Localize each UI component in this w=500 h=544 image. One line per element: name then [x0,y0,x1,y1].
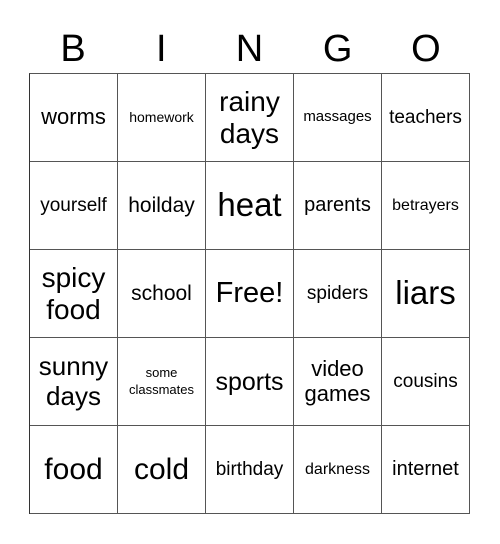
header-letter-n: N [235,28,264,70]
cell-label: sunny days [38,351,109,411]
bingo-cell-r5-c5[interactable]: internet [382,426,470,514]
free-space-label: Free! [215,277,284,310]
free-space-cell[interactable]: Free! [206,250,294,338]
bingo-cell-r4-c1[interactable]: sunny days [30,338,118,426]
bingo-cell-r2-c5[interactable]: betrayers [382,162,470,250]
cell-label: internet [392,458,459,481]
cell-label: spicy food [41,262,106,325]
header-letter-o: O [411,28,441,70]
bingo-header: B I N G O [29,24,470,74]
header-letter-i: I [156,28,167,70]
cell-label: school [131,281,192,305]
cell-label: some classmates [128,365,195,397]
bingo-cell-r1-c1[interactable]: worms [30,74,118,162]
cell-label: cold [133,452,190,486]
cell-label: hoilday [128,193,195,217]
cell-label: heat [217,186,282,224]
bingo-cell-r5-c3[interactable]: birthday [206,426,294,514]
cell-label: parents [304,194,371,217]
cell-label: darkness [305,460,370,478]
bingo-cell-r2-c2[interactable]: hoilday [118,162,206,250]
bingo-card-grid: worms homework rainy days massages teache… [29,73,470,514]
bingo-cell-r3-c4[interactable]: spiders [294,250,382,338]
bingo-cell-r5-c1[interactable]: food [30,426,118,514]
cell-label: spiders [306,282,369,304]
bingo-cell-r3-c2[interactable]: school [118,250,206,338]
header-letter-b: B [60,28,86,70]
cell-label: liars [395,274,456,312]
cell-label: worms [41,104,106,130]
bingo-cell-r4-c4[interactable]: video games [294,338,382,426]
cell-label: teachers [389,106,462,128]
cell-label: homework [129,108,194,125]
cell-label: sports [215,367,284,396]
cell-label: food [44,452,103,486]
bingo-cell-r2-c3[interactable]: heat [206,162,294,250]
cell-label: video games [304,355,371,406]
bingo-cell-r2-c1[interactable]: yourself [30,162,118,250]
bingo-cell-r4-c3[interactable]: sports [206,338,294,426]
bingo-cell-r5-c2[interactable]: cold [118,426,206,514]
bingo-cell-r3-c5[interactable]: liars [382,250,470,338]
bingo-cell-r4-c2[interactable]: some classmates [118,338,206,426]
cell-label: massages [303,108,372,126]
cell-label: cousins [393,370,458,392]
bingo-cell-r1-c2[interactable]: homework [118,74,206,162]
cell-label: betrayers [392,196,459,214]
bingo-cell-r1-c5[interactable]: teachers [382,74,470,162]
cell-label: rainy days [219,86,280,149]
bingo-cell-r1-c4[interactable]: massages [294,74,382,162]
bingo-cell-r1-c3[interactable]: rainy days [206,74,294,162]
bingo-cell-r3-c1[interactable]: spicy food [30,250,118,338]
bingo-cell-r2-c4[interactable]: parents [294,162,382,250]
header-letter-g: G [322,28,353,70]
cell-label: birthday [215,458,284,480]
bingo-cell-r4-c5[interactable]: cousins [382,338,470,426]
bingo-cell-r5-c4[interactable]: darkness [294,426,382,514]
cell-label: yourself [40,194,107,216]
